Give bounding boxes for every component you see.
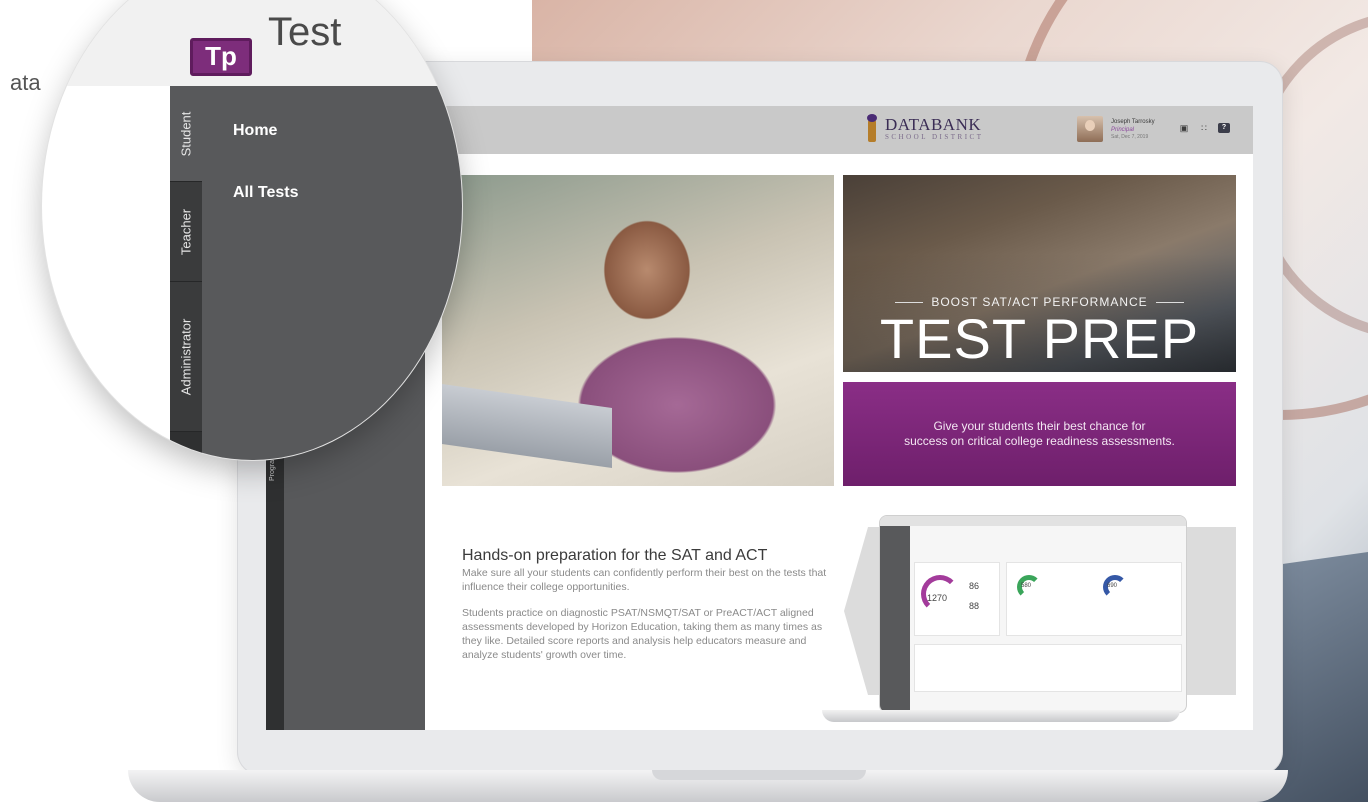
user-date: Sat, Dec 7, 2019 [1111,133,1149,140]
help-icon[interactable]: ? [1218,123,1230,133]
preview-topbar [880,516,1186,526]
top-bar: DATABANK SCHOOL DISTRICT Joseph Tarrosky… [425,106,1253,154]
tab-administrator-label: Administrator [178,318,194,395]
preview-card-details [914,644,1182,692]
tab-administrator[interactable]: Administrator [170,282,202,432]
promo-banner: Give your students their best chance for… [843,382,1236,486]
avatar[interactable] [1077,116,1103,142]
info-section: Hands-on preparation for the SAT and ACT… [462,546,842,662]
background-text: ata [10,70,41,95]
preview-score-d: 690 [1107,583,1118,589]
preview-score-b: 88 [969,601,980,611]
info-heading: Hands-on preparation for the SAT and ACT [462,547,768,564]
app-name: Test [268,10,342,54]
role-tabs: Student Teacher Administrator [170,86,202,460]
tab-teacher[interactable]: Teacher [170,182,202,282]
preview-sidebar [880,526,910,712]
promo-title: TEST PREP [879,307,1200,370]
preview-band-notch [844,527,868,695]
preview-laptop-base [822,710,1180,722]
district-subtitle: SCHOOL DISTRICT [885,132,984,141]
info-paragraph-2: Students practice on diagnostic PSAT/NSM… [462,607,823,661]
magnifier-callout: Tp Test Student Teacher Administrator Ho… [42,0,462,460]
promo-line-2: success on critical college readiness as… [904,434,1175,448]
preview-score-a: 86 [969,581,980,591]
district-logo[interactable]: DATABANK SCHOOL DISTRICT [865,114,984,144]
magnified-topbar [42,0,462,86]
preview-total-score: 1270 [927,593,948,603]
preview-card-sections: 580 690 [1006,562,1182,636]
preview-screenshot: 1270 86 88 580 690 [879,515,1187,713]
tab-student-label: Student [178,111,194,156]
sidebar-nav: Home All Tests [202,86,462,460]
toolbar-icons: ▣ ∷ ? [1178,123,1230,133]
stage: ata Program Manager DATABANK SCHOOL DIST… [0,0,1368,802]
user-role: Principal [1111,126,1135,133]
tab-teacher-label: Teacher [178,208,194,255]
user-name: Joseph Tarrosky [1111,118,1155,125]
preview-card-total: 1270 86 88 [914,562,1000,636]
pencil-logo-icon [865,114,879,144]
preview-score-c: 580 [1021,583,1032,589]
sidebar-item-home[interactable]: Home [233,122,277,140]
sidebar-item-all-tests[interactable]: All Tests [233,184,299,202]
info-paragraph-1: Make sure all your students can confiden… [462,567,827,593]
video-camera-icon[interactable]: ▣ [1178,123,1190,133]
laptop-notch [652,770,866,780]
app-logo[interactable]: Tp [190,38,252,76]
user-menu[interactable]: Joseph Tarrosky Principal Sat, Dec 7, 20… [1077,116,1155,142]
district-name: DATABANK [885,114,982,134]
preview-body: 1270 86 88 580 690 [914,532,1182,702]
tab-student[interactable]: Student [170,86,202,182]
promo-line-1: Give your students their best chance for [933,419,1146,433]
apps-grid-icon[interactable]: ∷ [1198,123,1210,133]
